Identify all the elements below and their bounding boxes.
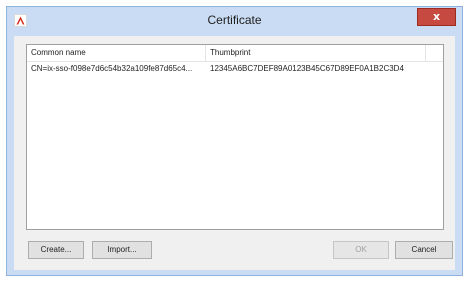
list-item[interactable]: CN=ix-sso-f098e7d6c54b32a109fe87d65c4...… <box>27 62 443 76</box>
window-title: Certificate <box>207 13 262 27</box>
create-button[interactable]: Create... <box>28 241 84 259</box>
close-button[interactable]: x <box>417 8 456 26</box>
column-header-thumbprint[interactable]: Thumbprint <box>206 45 426 61</box>
cell-thumbprint: 12345A6BC7DEF89A0123B45C67D89EF0A1B2C3D4 <box>210 64 404 73</box>
cell-common-name: CN=ix-sso-f098e7d6c54b32a109fe87d65c4... <box>31 64 193 73</box>
ok-button[interactable]: OK <box>333 241 389 259</box>
certificate-list[interactable]: Common name Thumbprint CN=ix-sso-f098e7d… <box>26 44 444 230</box>
certificate-dialog: Certificate x Common name Thumbprint CN=… <box>6 6 463 276</box>
column-header-common-name[interactable]: Common name <box>27 45 206 61</box>
import-button[interactable]: Import... <box>92 241 152 259</box>
dialog-body: Common name Thumbprint CN=ix-sso-f098e7d… <box>14 36 455 270</box>
column-header-filler <box>426 45 443 61</box>
title-bar[interactable]: Certificate x <box>7 7 462 35</box>
autodesk-logo-icon <box>14 14 27 27</box>
list-header: Common name Thumbprint <box>27 45 443 62</box>
cancel-button[interactable]: Cancel <box>395 241 453 259</box>
